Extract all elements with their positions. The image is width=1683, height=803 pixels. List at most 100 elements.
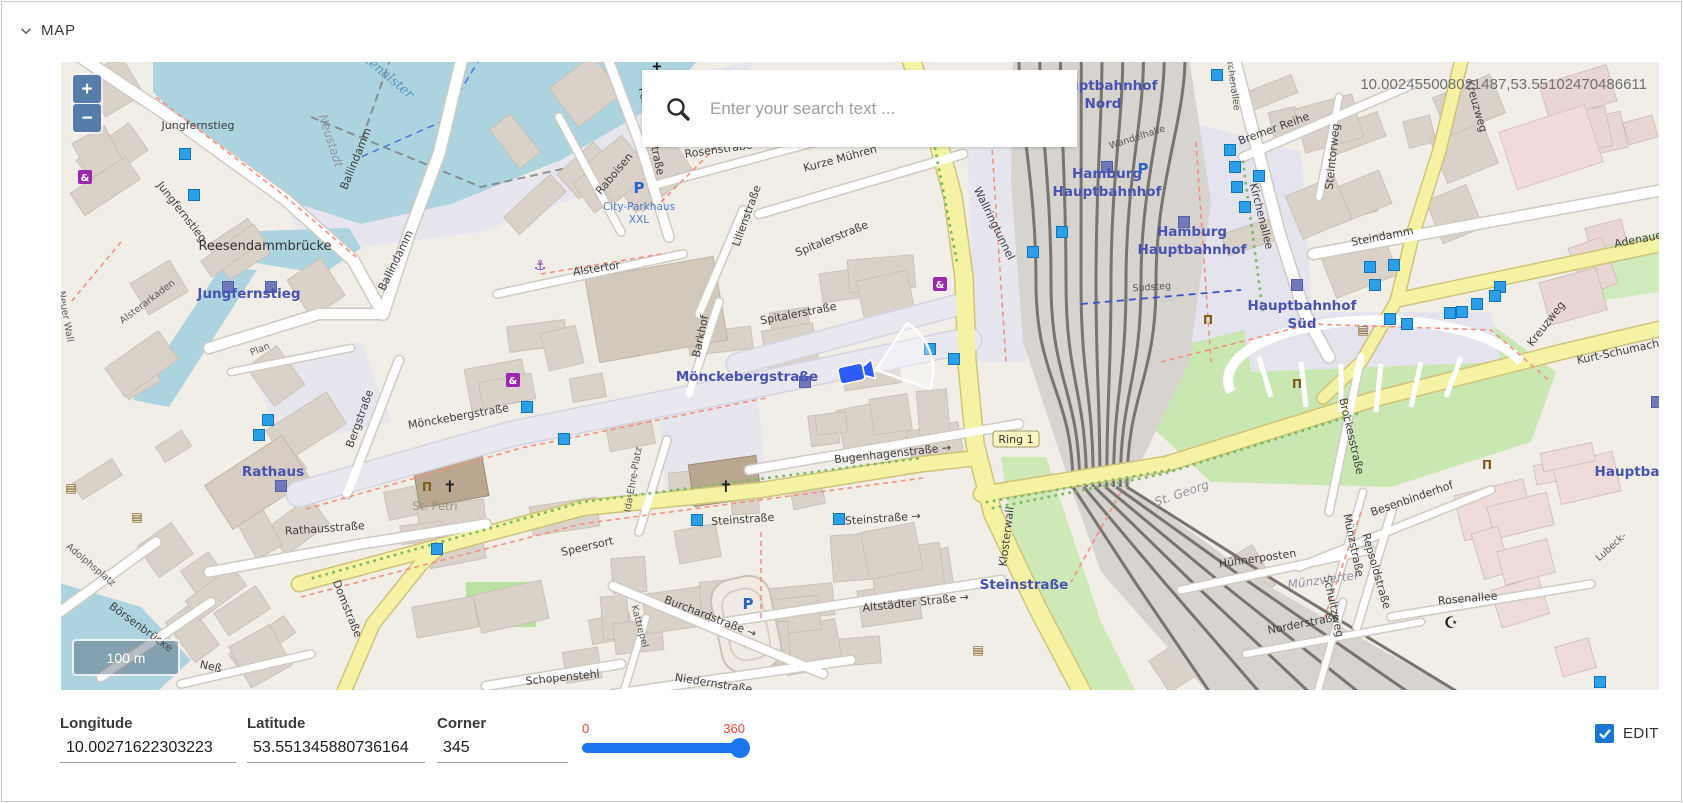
map-marker[interactable] xyxy=(834,514,845,525)
map-label: City-Parkhaus xyxy=(603,201,675,213)
map-marker[interactable] xyxy=(263,415,274,426)
map-section-header: MAP xyxy=(18,22,76,39)
icon-brown-map-icon: Π xyxy=(1292,377,1302,391)
icon-brown-map-icon: ▤ xyxy=(972,643,983,657)
map-label: Hamburg xyxy=(1072,166,1142,182)
map-label: P xyxy=(634,179,645,197)
zoom-out-button[interactable]: − xyxy=(73,104,101,132)
map-label: Ring 1 xyxy=(998,433,1033,446)
zoom-in-button[interactable]: + xyxy=(73,75,101,103)
latitude-field: Latitude xyxy=(247,715,425,763)
map-marker[interactable] xyxy=(1652,397,1660,408)
map-label: Rathaus xyxy=(242,464,304,480)
map-label: Hauptbahnhof xyxy=(1138,242,1247,258)
map-label: Hamburg xyxy=(1157,224,1227,240)
edit-toggle: EDIT xyxy=(1595,724,1659,743)
map-label: Hauptbahnhof xyxy=(1053,184,1162,200)
icon-brown-map-icon: ▤ xyxy=(65,481,76,495)
longitude-label: Longitude xyxy=(60,715,236,732)
icon-dark-map-icon: ✝ xyxy=(719,477,732,496)
slider-fill xyxy=(582,743,740,753)
longitude-input[interactable] xyxy=(60,737,236,763)
checkmark-icon xyxy=(1598,727,1612,741)
page-title: MAP xyxy=(41,22,76,39)
map-marker[interactable] xyxy=(1240,202,1251,213)
map-marker[interactable] xyxy=(1402,319,1413,330)
map-search-box xyxy=(642,70,1077,147)
page-frame: MAP xyxy=(1,1,1682,802)
map-marker[interactable] xyxy=(1385,314,1396,325)
longitude-field: Longitude xyxy=(60,715,236,763)
map-marker[interactable] xyxy=(1028,247,1039,258)
latitude-label: Latitude xyxy=(247,715,425,732)
map-marker[interactable] xyxy=(432,544,443,555)
slider-max-label: 360 xyxy=(723,721,745,736)
map-marker[interactable] xyxy=(1212,70,1223,81)
map-label: Hauptbahnhof xyxy=(1595,464,1659,480)
map-marker[interactable] xyxy=(276,481,287,492)
slider-range-labels: 0 360 xyxy=(582,721,747,737)
slider-track[interactable] xyxy=(582,743,747,753)
map-canvas[interactable]: Jungfernstieg Jungfernstieg Reesendammbrüc… xyxy=(61,62,1659,690)
map-label: Steinstraße xyxy=(980,577,1069,593)
map-marker[interactable] xyxy=(1445,308,1456,319)
map-label: Nord xyxy=(1085,96,1122,112)
corner-input[interactable] xyxy=(437,737,568,763)
map-label: Mönckebergstraße xyxy=(676,369,818,385)
map-marker[interactable] xyxy=(1472,299,1483,310)
map-marker[interactable] xyxy=(1490,291,1501,302)
latitude-input[interactable] xyxy=(247,737,425,763)
map-label: XXL xyxy=(629,214,649,226)
map-marker[interactable] xyxy=(1230,162,1241,173)
icon-brown-map-icon: ▤ xyxy=(131,510,142,524)
map-marker[interactable] xyxy=(692,515,703,526)
bag-map-icon: & xyxy=(81,173,90,184)
search-input[interactable] xyxy=(708,98,1065,120)
map-marker[interactable] xyxy=(1292,280,1303,291)
map-marker[interactable] xyxy=(1232,182,1243,193)
slider-thumb[interactable] xyxy=(730,738,750,758)
edit-label: EDIT xyxy=(1623,725,1659,742)
map-label: Süd xyxy=(1288,316,1317,332)
icon-dark-map-icon: ✝ xyxy=(443,477,456,496)
icon-purple-map-icon: ⚓ xyxy=(534,258,547,274)
corner-slider: 0 360 xyxy=(582,721,747,753)
map-label: P xyxy=(743,595,754,613)
map-marker[interactable] xyxy=(180,149,191,160)
bag-map-icon: & xyxy=(509,376,518,387)
map-label: Jungfernstieg xyxy=(196,286,300,302)
map-marker[interactable] xyxy=(949,354,960,365)
map-marker[interactable] xyxy=(189,190,200,201)
bag-map-icon: & xyxy=(936,280,945,291)
icon-brown-map-icon: Π xyxy=(1203,313,1213,327)
corner-field: Corner xyxy=(437,715,568,763)
map-marker[interactable] xyxy=(1365,262,1376,273)
search-icon xyxy=(664,95,692,123)
map-marker[interactable] xyxy=(1389,260,1400,271)
chevron-down-icon[interactable] xyxy=(18,23,34,39)
zoom-control: + − xyxy=(71,73,103,134)
map-marker[interactable] xyxy=(1370,280,1381,291)
map-marker[interactable] xyxy=(1057,227,1068,238)
cursor-coordinates: 10.002455008021487,53.55102470486611 xyxy=(1360,76,1647,93)
map-label: P xyxy=(1138,160,1149,178)
icon-brown-map-icon: ▤ xyxy=(1357,323,1368,337)
map-marker[interactable] xyxy=(1457,307,1468,318)
map-label: St. Petri xyxy=(412,499,457,513)
map-container[interactable]: Jungfernstieg Jungfernstieg Reesendammbrüc… xyxy=(61,62,1659,690)
scale-bar: 100 m xyxy=(72,639,180,676)
map-marker[interactable] xyxy=(559,434,570,445)
map-marker[interactable] xyxy=(1225,145,1236,156)
map-label: Hauptbahnhof xyxy=(1248,298,1357,314)
map-label: Jungfernstieg xyxy=(161,119,235,132)
map-marker[interactable] xyxy=(1254,171,1265,182)
icon-dark-map-icon: ☪ xyxy=(1444,613,1458,632)
map-marker[interactable] xyxy=(254,430,265,441)
map-marker[interactable] xyxy=(1595,677,1606,688)
map-label: Reesendammbrücke xyxy=(198,239,331,254)
icon-brown-map-icon: Π xyxy=(1482,458,1492,472)
slider-min-label: 0 xyxy=(582,721,589,736)
corner-label: Corner xyxy=(437,715,568,732)
edit-checkbox[interactable] xyxy=(1595,724,1614,743)
map-marker[interactable] xyxy=(522,402,533,413)
